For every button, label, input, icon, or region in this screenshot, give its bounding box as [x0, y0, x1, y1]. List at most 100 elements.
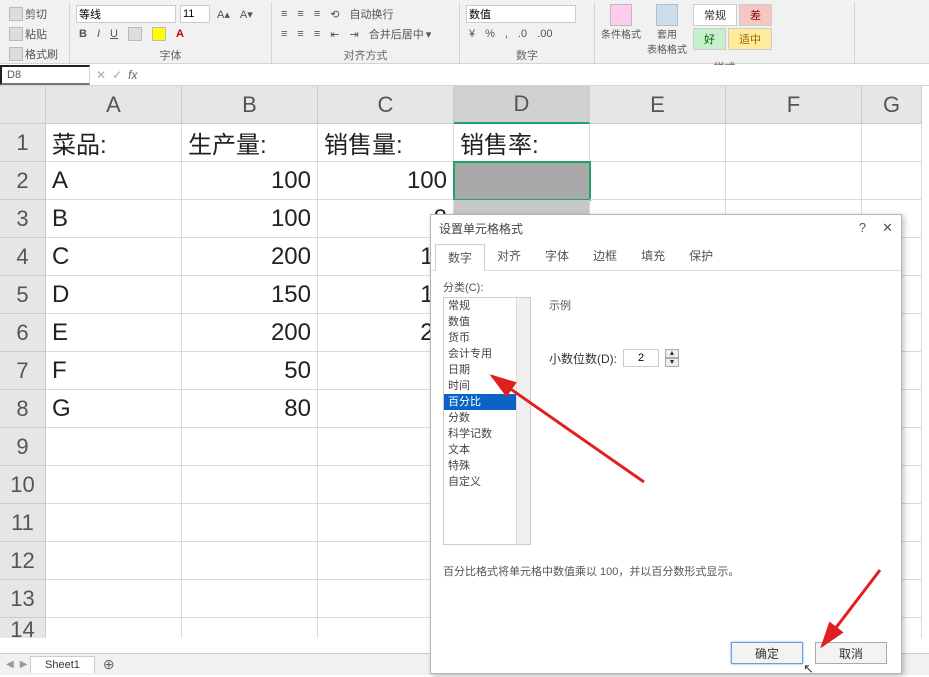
cell[interactable] [46, 428, 182, 466]
increase-font-button[interactable]: A▴ [214, 7, 233, 22]
cell[interactable]: 100 [182, 200, 318, 238]
cell[interactable] [182, 466, 318, 504]
category-listbox[interactable]: 常规数值货币会计专用日期时间百分比分数科学记数文本特殊自定义 [443, 297, 531, 545]
scrollbar[interactable] [516, 298, 530, 544]
cell[interactable]: B [46, 200, 182, 238]
cut-button[interactable]: 剪切 [6, 5, 50, 23]
cell[interactable] [726, 162, 862, 200]
row-header[interactable]: 7 [0, 352, 46, 390]
cell[interactable]: 100 [318, 162, 454, 200]
cell[interactable]: 150 [182, 276, 318, 314]
paste-button[interactable]: 粘贴 [6, 25, 50, 43]
cancel-button[interactable]: 取消 [815, 642, 887, 664]
spin-down-button[interactable]: ▼ [665, 358, 679, 367]
sheet-tab[interactable]: Sheet1 [30, 656, 95, 673]
add-sheet-button[interactable]: ⊕ [97, 656, 121, 673]
cell[interactable]: 菜品: [46, 124, 182, 162]
cell[interactable] [182, 618, 318, 638]
row-header[interactable]: 9 [0, 428, 46, 466]
currency-button[interactable]: ¥ [466, 27, 478, 41]
border-button[interactable] [125, 26, 145, 42]
row-header[interactable]: 14 [0, 618, 46, 638]
cell[interactable] [46, 542, 182, 580]
underline-button[interactable]: U [107, 27, 121, 41]
tab-protection[interactable]: 保护 [677, 243, 725, 270]
row-header[interactable]: 5 [0, 276, 46, 314]
cell[interactable] [862, 162, 922, 200]
col-header-g[interactable]: G [862, 86, 922, 124]
select-all-corner[interactable] [0, 86, 46, 124]
col-header-f[interactable]: F [726, 86, 862, 124]
cell-style-bad[interactable]: 差 [739, 4, 772, 26]
cell[interactable] [726, 124, 862, 162]
cell-style-neutral[interactable]: 适中 [728, 28, 772, 50]
tab-border[interactable]: 边框 [581, 243, 629, 270]
percent-button[interactable]: % [482, 27, 498, 41]
cell[interactable]: D [46, 276, 182, 314]
cancel-formula-button[interactable]: ✕ [96, 68, 106, 82]
cell[interactable] [182, 580, 318, 618]
row-header[interactable]: 12 [0, 542, 46, 580]
fx-icon[interactable]: fx [128, 68, 137, 82]
orientation-button[interactable]: ⟲ [327, 7, 342, 22]
tab-fill[interactable]: 填充 [629, 243, 677, 270]
row-header[interactable]: 8 [0, 390, 46, 428]
cell-style-good[interactable]: 好 [693, 28, 726, 50]
col-header-d[interactable]: D [454, 86, 590, 124]
format-painter-button[interactable]: 格式刷 [6, 45, 61, 63]
cell[interactable] [46, 618, 182, 638]
cell[interactable]: A [46, 162, 182, 200]
cell[interactable] [182, 504, 318, 542]
dialog-titlebar[interactable]: 设置单元格格式 ? ✕ [431, 215, 901, 241]
row-header[interactable]: 13 [0, 580, 46, 618]
cell[interactable] [590, 162, 726, 200]
cell[interactable]: F [46, 352, 182, 390]
wrap-text-button[interactable]: 自动换行 [346, 5, 396, 23]
align-top-button[interactable]: ≡ [278, 7, 290, 21]
tab-number[interactable]: 数字 [435, 244, 485, 271]
align-mid-button[interactable]: ≡ [294, 7, 306, 21]
decrease-font-button[interactable]: A▾ [237, 7, 256, 22]
font-name-select[interactable] [76, 5, 176, 23]
row-header[interactable]: 11 [0, 504, 46, 542]
formula-input[interactable] [143, 65, 929, 85]
row-header[interactable]: 1 [0, 124, 46, 162]
decrease-decimal-button[interactable]: .00 [534, 27, 555, 41]
name-box[interactable] [0, 65, 90, 85]
row-header[interactable]: 3 [0, 200, 46, 238]
cell[interactable]: 生产量: [182, 124, 318, 162]
cell[interactable] [46, 580, 182, 618]
align-bot-button[interactable]: ≡ [311, 7, 323, 21]
cell[interactable]: 200 [182, 238, 318, 276]
dialog-close-button[interactable]: ✕ [882, 220, 893, 236]
col-header-c[interactable]: C [318, 86, 454, 124]
comma-button[interactable]: , [502, 27, 511, 41]
increase-decimal-button[interactable]: .0 [515, 27, 530, 41]
align-center-button[interactable]: ≡ [294, 27, 306, 41]
cell[interactable]: 50 [182, 352, 318, 390]
spin-up-button[interactable]: ▲ [665, 349, 679, 358]
cell[interactable]: E [46, 314, 182, 352]
italic-button[interactable]: I [94, 27, 103, 41]
row-header[interactable]: 10 [0, 466, 46, 504]
row-header[interactable]: 2 [0, 162, 46, 200]
number-format-select[interactable] [466, 5, 576, 23]
col-header-b[interactable]: B [182, 86, 318, 124]
cell[interactable] [182, 428, 318, 466]
fill-color-button[interactable] [149, 26, 169, 42]
conditional-format-button[interactable]: 条件格式 [601, 26, 641, 41]
format-as-table-button[interactable]: 套用 表格格式 [647, 26, 687, 56]
cell[interactable]: 销售率: [454, 124, 590, 162]
merge-center-button[interactable]: 合并后居中 ▾ [366, 25, 435, 43]
enter-formula-button[interactable]: ✓ [112, 68, 122, 82]
tab-font[interactable]: 字体 [533, 243, 581, 270]
indent-dec-button[interactable]: ⇤ [327, 27, 342, 42]
indent-inc-button[interactable]: ⇥ [346, 27, 361, 42]
bold-button[interactable]: B [76, 27, 90, 41]
sheet-next-button[interactable]: ▶ [18, 659, 30, 670]
align-left-button[interactable]: ≡ [278, 27, 290, 41]
sheet-prev-button[interactable]: ◀ [4, 659, 16, 670]
font-size-select[interactable] [180, 5, 210, 23]
tab-alignment[interactable]: 对齐 [485, 243, 533, 270]
font-color-button[interactable]: A [173, 27, 187, 41]
